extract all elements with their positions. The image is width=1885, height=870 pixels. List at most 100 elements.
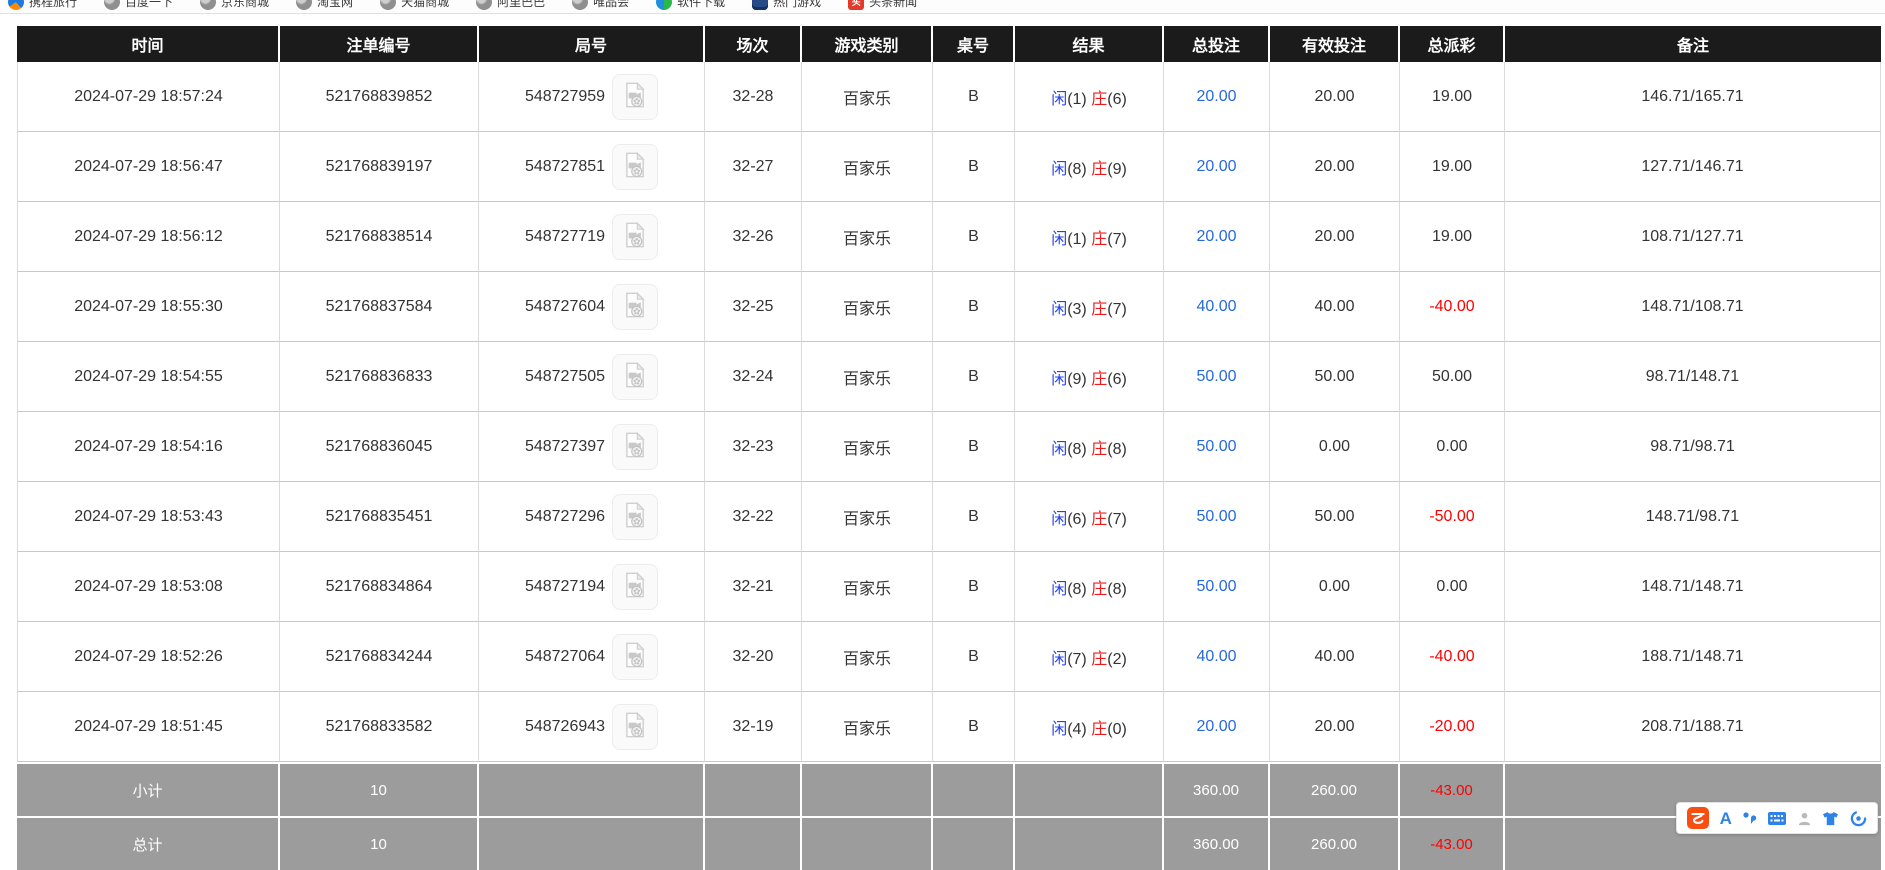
round-cell: 548727851	[479, 132, 705, 202]
skin-icon[interactable]	[1822, 811, 1839, 826]
video-replay-button[interactable]	[612, 424, 658, 470]
session-cell: 32-24	[705, 342, 802, 412]
valid-bet-cell-text: 40.00	[1314, 648, 1354, 665]
remark-cell-text: 108.71/127.71	[1641, 228, 1743, 245]
time-cell-text: 2024-07-29 18:51:45	[74, 718, 223, 735]
bet-records-table: 时间注单编号局号场次游戏类别桌号结果总投注有效投注总派彩备注 2024-07-2…	[17, 26, 1881, 870]
round-cell: 548727719	[479, 202, 705, 272]
valid-bet-cell: 50.00	[1270, 342, 1400, 412]
total-bet-cell: 50.00	[1164, 552, 1270, 622]
video-replay-button[interactable]	[612, 354, 658, 400]
result-cell: 闲(7) 庄(2)	[1015, 622, 1164, 692]
column-header: 有效投注	[1270, 26, 1400, 62]
footer-empty-cell	[479, 762, 705, 816]
bookmark-item[interactable]: 百度一下	[104, 0, 173, 10]
table-row: 2024-07-29 18:51:45521768833582548726943…	[17, 692, 1881, 762]
player-label: 闲	[1051, 721, 1067, 738]
column-header: 注单编号	[280, 26, 479, 62]
total-bet-cell: 20.00	[1164, 692, 1270, 762]
result-cell: 闲(3) 庄(7)	[1015, 272, 1164, 342]
result-cell: 闲(8) 庄(8)	[1015, 552, 1164, 622]
game-type-cell-text: 百家乐	[843, 301, 891, 318]
time-cell-text: 2024-07-29 18:54:55	[74, 368, 223, 385]
time-cell-text: 2024-07-29 18:57:24	[74, 88, 223, 105]
video-replay-button[interactable]	[612, 284, 658, 330]
time-cell: 2024-07-29 18:56:47	[17, 132, 280, 202]
valid-bet-cell-text: 20.00	[1314, 718, 1354, 735]
video-file-icon	[621, 151, 649, 182]
bookmark-item[interactable]: 热门游戏	[752, 0, 821, 10]
bookmark-item[interactable]: 携程旅行	[8, 0, 77, 10]
bookmark-item[interactable]: 京东商城	[200, 0, 269, 10]
bookmark-item[interactable]: 头头条新闻	[848, 0, 917, 10]
total-bet-link[interactable]: 50.00	[1196, 438, 1236, 455]
table-no-cell-text: B	[968, 368, 979, 385]
bookmark-item[interactable]: 天猫商城	[380, 0, 449, 10]
bet-id-cell-text: 521768839852	[326, 88, 433, 105]
punctuation-icon[interactable]	[1742, 810, 1756, 826]
payout-cell: -40.00	[1400, 272, 1505, 342]
total-bet-link[interactable]: 50.00	[1196, 368, 1236, 385]
account-icon[interactable]	[1797, 811, 1812, 826]
video-replay-button[interactable]	[612, 634, 658, 680]
remark-cell: 108.71/127.71	[1505, 202, 1881, 272]
table-no-cell: B	[933, 62, 1015, 132]
total-bet-cell: 50.00	[1164, 482, 1270, 552]
bookmark-item[interactable]: 阿里巴巴	[476, 0, 545, 10]
total-bet-link[interactable]: 20.00	[1196, 88, 1236, 105]
total-bet-link[interactable]: 50.00	[1196, 508, 1236, 525]
video-replay-button[interactable]	[612, 494, 658, 540]
video-replay-button[interactable]	[612, 564, 658, 610]
software-download-icon	[656, 0, 672, 10]
total-bet-link[interactable]: 20.00	[1196, 718, 1236, 735]
table-no-cell-text: B	[968, 88, 979, 105]
video-replay-button[interactable]	[612, 704, 658, 750]
video-replay-button[interactable]	[612, 144, 658, 190]
toutiao-news-icon: 头	[848, 0, 864, 10]
table-no-cell-text: B	[968, 718, 979, 735]
time-cell-text: 2024-07-29 18:52:26	[74, 648, 223, 665]
total-bet-link[interactable]: 20.00	[1196, 228, 1236, 245]
remark-cell: 188.71/148.71	[1505, 622, 1881, 692]
player-score: (1)	[1067, 231, 1087, 248]
taobao-icon	[296, 0, 312, 10]
table-no-cell: B	[933, 202, 1015, 272]
remark-cell: 148.71/148.71	[1505, 552, 1881, 622]
session-cell-text: 32-28	[733, 88, 774, 105]
video-file-icon	[621, 291, 649, 322]
banker-label: 庄	[1091, 301, 1107, 318]
payout-value: 0.00	[1436, 578, 1467, 595]
valid-bet-cell-text: 20.00	[1314, 228, 1354, 245]
player-label: 闲	[1051, 511, 1067, 528]
banker-label: 庄	[1091, 91, 1107, 108]
toolbox-icon[interactable]	[1850, 810, 1867, 827]
bet-id-cell: 521768833582	[280, 692, 479, 762]
bookmark-item[interactable]: 唯品会	[572, 0, 629, 10]
bookmark-item[interactable]: 软件下载	[656, 0, 725, 10]
total-bet-link[interactable]: 40.00	[1196, 298, 1236, 315]
time-cell: 2024-07-29 18:51:45	[17, 692, 280, 762]
remark-cell-text: 127.71/146.71	[1641, 158, 1743, 175]
footer-payout: -43.00	[1430, 782, 1473, 799]
game-type-cell-text: 百家乐	[843, 371, 891, 388]
sogou-logo-icon[interactable]	[1687, 807, 1709, 829]
bet-id-cell-text: 521768836833	[326, 368, 433, 385]
total-bet-link[interactable]: 50.00	[1196, 578, 1236, 595]
soft-keyboard-icon[interactable]	[1767, 811, 1787, 826]
remark-cell-text: 208.71/188.71	[1641, 718, 1743, 735]
time-cell: 2024-07-29 18:54:55	[17, 342, 280, 412]
remark-cell: 208.71/188.71	[1505, 692, 1881, 762]
bet-id-cell: 521768835451	[280, 482, 479, 552]
payout-value: 19.00	[1432, 228, 1472, 245]
english-mode-icon[interactable]: A	[1720, 810, 1732, 827]
player-label: 闲	[1051, 581, 1067, 598]
footer-payout-cell: -43.00	[1400, 762, 1505, 816]
session-cell-text: 32-25	[733, 298, 774, 315]
bookmark-item[interactable]: 淘宝网	[296, 0, 353, 10]
video-file-icon	[621, 361, 649, 392]
valid-bet-cell: 20.00	[1270, 62, 1400, 132]
video-replay-button[interactable]	[612, 74, 658, 120]
total-bet-link[interactable]: 20.00	[1196, 158, 1236, 175]
video-replay-button[interactable]	[612, 214, 658, 260]
total-bet-link[interactable]: 40.00	[1196, 648, 1236, 665]
